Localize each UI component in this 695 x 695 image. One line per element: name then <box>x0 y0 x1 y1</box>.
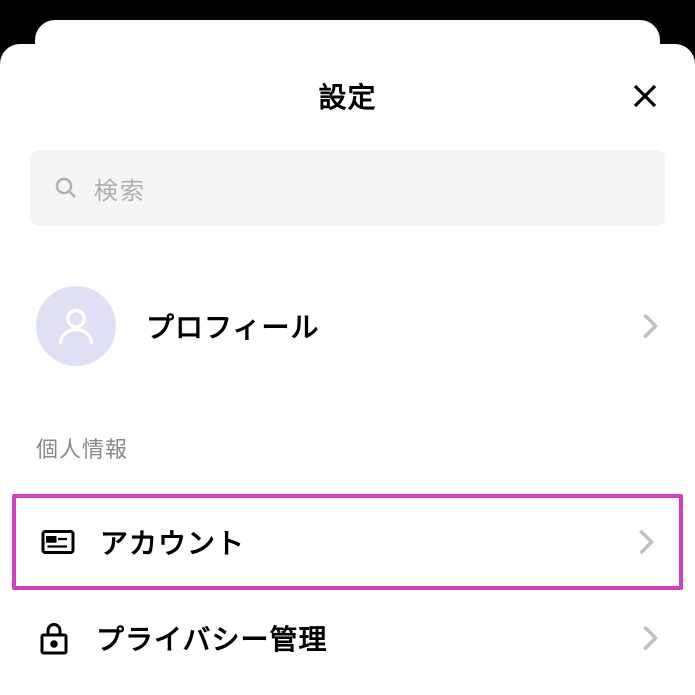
profile-row[interactable]: プロフィール <box>0 276 695 376</box>
modal-header: 設定 <box>0 72 695 120</box>
search-input[interactable]: 検索 <box>30 150 665 226</box>
close-icon <box>630 81 660 111</box>
search-icon <box>54 176 78 200</box>
chevron-right-icon <box>641 312 659 340</box>
chevron-right-icon <box>641 624 659 652</box>
chevron-right-icon <box>637 528 655 556</box>
lock-icon <box>36 620 72 656</box>
person-icon <box>54 304 98 348</box>
account-label: アカウント <box>100 522 637 562</box>
close-button[interactable] <box>627 78 663 114</box>
search-placeholder: 検索 <box>94 171 146 206</box>
profile-label: プロフィール <box>146 306 641 346</box>
section-header: 個人情報 <box>0 432 695 464</box>
privacy-row[interactable]: プライバシー管理 <box>0 590 695 686</box>
privacy-label: プライバシー管理 <box>96 618 641 658</box>
account-row[interactable]: アカウント <box>12 494 683 590</box>
settings-modal: 設定 検索 プロフィール 個人情報 <box>0 44 695 695</box>
avatar <box>36 286 116 366</box>
account-icon <box>40 524 76 560</box>
page-title: 設定 <box>318 76 376 116</box>
